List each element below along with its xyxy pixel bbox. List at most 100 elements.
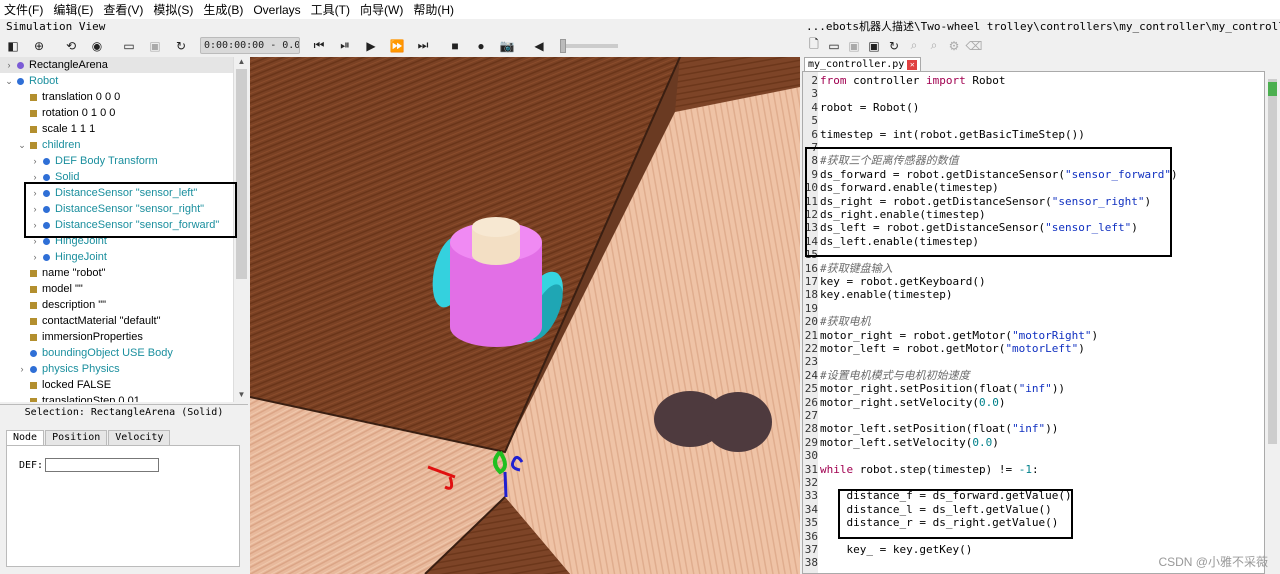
collapse-arrow-icon[interactable]: ⌄ [4, 73, 14, 89]
line-number: 2 [811, 74, 818, 87]
code-line: 30 [803, 449, 1263, 462]
line-number: 37 [804, 543, 818, 556]
line-number: 6 [811, 127, 818, 141]
close-icon[interactable]: ✕ [907, 59, 918, 70]
tree-node[interactable]: model "" [0, 281, 233, 297]
save-file-disabled-icon[interactable]: ▣ [844, 35, 864, 56]
file-tab[interactable]: my_controller.py ✕ [804, 57, 922, 71]
code-line: 32 [803, 476, 1263, 489]
field-icon [30, 398, 37, 402]
code-line: 17 key = robot.getKeyboard() [803, 275, 1263, 288]
screenshot-icon[interactable]: 📷 [494, 35, 520, 56]
node-icon [17, 78, 24, 85]
sound-icon[interactable]: ◀ [526, 35, 552, 56]
selection-panel: Selection: RectangleArena (Solid) Node P… [0, 404, 248, 574]
tree-node[interactable]: boundingObject USE Body [0, 345, 233, 361]
clean-icon[interactable]: ⌫ [964, 35, 984, 56]
tab-node[interactable]: Node [6, 430, 45, 445]
run-fast-icon[interactable]: ⏩ [384, 35, 410, 56]
tree-node[interactable]: name "robot" [0, 265, 233, 281]
field-icon [30, 318, 37, 325]
open-file-icon[interactable]: ▭ [824, 35, 844, 56]
code-text: #获取电机 [820, 315, 871, 329]
line-number: 31 [804, 462, 818, 476]
menu-item[interactable]: 生成(B) [203, 1, 243, 18]
tree-node[interactable]: rotation 0 1 0 0 [0, 105, 233, 121]
tree-node[interactable]: › RectangleArena [0, 57, 233, 73]
code-scrollbar[interactable] [1265, 57, 1280, 574]
volume-slider[interactable] [560, 38, 618, 53]
tree-node[interactable]: scale 1 1 1 [0, 121, 233, 137]
save-world-icon[interactable]: ▣ [142, 35, 168, 56]
menu-item[interactable]: 向导(W) [360, 1, 403, 18]
save-file-icon[interactable]: ▣ [864, 35, 884, 56]
replace-icon[interactable]: ⌕ [924, 35, 944, 56]
code-line: 24 #设置电机模式与电机初始速度 [803, 369, 1263, 382]
expand-arrow-icon[interactable]: › [30, 249, 40, 265]
reset-simulation-icon[interactable]: ⏮ [306, 35, 332, 56]
line-number: 38 [804, 556, 818, 570]
menu-item[interactable]: 文件(F) [4, 1, 43, 18]
code-line: 31 while robot.step(timestep) != -1: [803, 463, 1263, 476]
code-text: robot = Robot() [820, 100, 920, 114]
tree-node[interactable]: ⌄ children [0, 137, 233, 153]
line-number: 4 [811, 100, 818, 114]
3d-viewport[interactable] [250, 57, 800, 574]
sensor-code-highlight-box [805, 147, 1172, 257]
reload-world-icon[interactable]: ↻ [168, 35, 194, 56]
field-icon [30, 142, 37, 149]
def-input[interactable] [45, 458, 159, 472]
code-line: 19 [803, 302, 1263, 315]
tree-node[interactable]: description "" [0, 297, 233, 313]
menu-item[interactable]: 编辑(E) [53, 1, 93, 18]
step-icon[interactable]: ⏯ [332, 35, 358, 56]
line-number: 30 [804, 449, 818, 463]
code-line: 3 [803, 87, 1263, 100]
menu-item[interactable]: Overlays [253, 3, 300, 17]
tab-velocity[interactable]: Velocity [108, 430, 171, 445]
tree-node[interactable]: translationStep 0.01 [0, 393, 233, 402]
line-number: 20 [804, 315, 818, 329]
new-file-icon[interactable]: 🗋 [804, 35, 824, 56]
line-number: 23 [804, 355, 818, 369]
line-number: 33 [804, 489, 818, 503]
run-fastest-icon[interactable]: ⏭ [410, 35, 436, 56]
tree-node[interactable]: immersionProperties [0, 329, 233, 345]
collapse-arrow-icon[interactable]: ⌄ [17, 137, 27, 153]
find-icon[interactable]: ⌕ [904, 35, 924, 56]
code-text: #设置电机模式与电机初始速度 [820, 368, 970, 382]
revert-file-icon[interactable]: ↻ [884, 35, 904, 56]
tree-node[interactable]: › HingeJoint [0, 249, 233, 265]
build-icon[interactable]: ⚙ [944, 35, 964, 56]
open-world-icon[interactable]: ▭ [116, 35, 142, 56]
tree-node[interactable]: translation 0 0 0 [0, 89, 233, 105]
menu-item[interactable]: 模拟(S) [153, 1, 193, 18]
expand-arrow-icon[interactable]: › [17, 361, 27, 377]
menu-bar: 文件(F) 编辑(E) 查看(V) 模拟(S) 生成(B) Overlays 工具(T) 向导… [0, 0, 1280, 19]
view-eye-icon[interactable]: ◉ [84, 35, 110, 56]
tree-node[interactable]: locked FALSE [0, 377, 233, 393]
tree-node[interactable]: › physics Physics [0, 361, 233, 377]
menu-item[interactable]: 帮助(H) [413, 1, 454, 18]
tree-node-label: HingeJoint [55, 251, 107, 263]
tree-node-label: boundingObject USE Body [42, 347, 173, 359]
tab-position[interactable]: Position [45, 430, 108, 445]
tree-node[interactable]: › DEF Body Transform [0, 153, 233, 169]
record-animation-icon[interactable]: ● [468, 35, 494, 56]
toggle-scene-tree-icon[interactable]: ◧ [0, 35, 26, 56]
expand-arrow-icon[interactable]: › [30, 153, 40, 169]
editor-title: ...ebots机器人描述\Two-wheel trolley\controll… [800, 19, 1280, 35]
menu-item[interactable]: 工具(T) [311, 1, 350, 18]
code-line: 23 [803, 355, 1263, 368]
node-icon [43, 238, 50, 245]
node-icon [30, 366, 37, 373]
tree-node[interactable]: ⌄ Robot [0, 73, 233, 89]
record-movie-icon[interactable]: ■ [442, 35, 468, 56]
expand-arrow-icon[interactable]: › [4, 57, 14, 73]
menu-item[interactable]: 查看(V) [103, 1, 143, 18]
reset-viewpoint-icon[interactable]: ⟲ [58, 35, 84, 56]
tree-node-label: name "robot" [42, 267, 106, 279]
run-realtime-icon[interactable]: ▶ [358, 35, 384, 56]
add-node-icon[interactable]: ⊕ [26, 35, 52, 56]
tree-node[interactable]: contactMaterial "default" [0, 313, 233, 329]
